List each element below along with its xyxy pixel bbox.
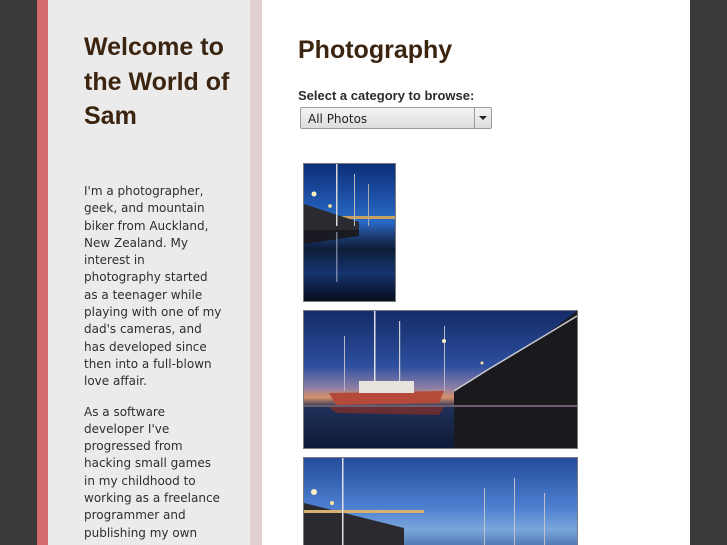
- page: Welcome to the World of Sam I'm a photog…: [37, 0, 690, 545]
- photo-thumbnail-marina-pier[interactable]: [303, 163, 396, 302]
- sidebar: Welcome to the World of Sam I'm a photog…: [48, 0, 250, 545]
- category-select-value: All Photos: [308, 112, 368, 126]
- sidebar-edge-bar: [250, 0, 262, 545]
- photo-thumbnail-marina-jetty[interactable]: [303, 457, 578, 545]
- site-title: Welcome to the World of Sam: [84, 33, 230, 130]
- photo-marina-pier-image: [304, 164, 395, 282]
- photo-thumbnail-marina-boat[interactable]: [303, 310, 578, 449]
- photo-marina-jetty-image: [304, 458, 545, 545]
- category-select[interactable]: All Photos: [300, 107, 492, 129]
- bio-paragraph: I'm a photographer, geek, and mountain b…: [84, 184, 222, 389]
- sidebar-accent-bar: [37, 0, 48, 545]
- page-title: Photography: [298, 36, 453, 64]
- category-label: Select a category to browse:: [298, 88, 475, 103]
- photo-marina-boat-image: [304, 311, 577, 448]
- bio-paragraph: As a software developer I've progressed …: [84, 404, 220, 540]
- bio: I'm a photographer, geek, and mountain b…: [84, 183, 224, 545]
- chevron-down-icon[interactable]: [474, 108, 491, 128]
- main-content: Photography Select a category to browse:…: [298, 0, 690, 545]
